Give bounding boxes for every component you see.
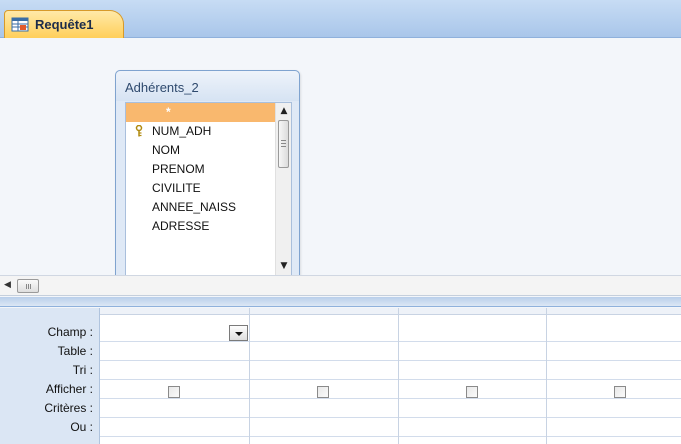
grid-row-labels: Champ : Table : Tri : Afficher : Critère…: [0, 308, 100, 444]
field-list-items: * NUM_ADH NOM PRENOM CIVILITE ANNEE_NAIS…: [126, 103, 276, 236]
horizontal-scrollbar[interactable]: ◀: [0, 275, 681, 296]
row-label-afficher: Afficher :: [45, 382, 93, 396]
document-tab-strip: Requête1: [0, 0, 681, 38]
query-design-grid: Champ : Table : Tri : Afficher : Critère…: [0, 308, 681, 444]
field-dropdown-button[interactable]: [229, 325, 248, 341]
show-checkbox-2[interactable]: [317, 386, 329, 398]
field-item-prenom[interactable]: PRENOM: [126, 160, 276, 179]
tab-requete1[interactable]: Requête1: [4, 10, 124, 38]
field-list-title[interactable]: Adhérents_2: [116, 71, 299, 101]
query-icon: [11, 17, 29, 32]
show-checkbox-3[interactable]: [466, 386, 478, 398]
scroll-down-icon[interactable]: ▼: [279, 261, 289, 271]
scroll-left-icon[interactable]: ◀: [4, 280, 11, 290]
row-label-tri: Tri :: [72, 363, 93, 377]
field-item-annee-naiss[interactable]: ANNEE_NAISS: [126, 198, 276, 217]
field-item-civilite[interactable]: CIVILITE: [126, 179, 276, 198]
column-selector-bar[interactable]: [100, 308, 681, 315]
table-pane: Adhérents_2 * NUM_ADH NOM PRENOM CIVILIT…: [0, 39, 681, 292]
grid-cell-champ-2[interactable]: [250, 322, 398, 341]
row-label-champ: Champ :: [47, 325, 93, 339]
field-item-num-adh[interactable]: NUM_ADH: [126, 122, 276, 141]
horizontal-scroll-thumb[interactable]: [17, 279, 39, 293]
field-item-nom[interactable]: NOM: [126, 141, 276, 160]
show-checkbox-1[interactable]: [168, 386, 180, 398]
field-item-adresse[interactable]: ADRESSE: [126, 217, 276, 236]
tab-label: Requête1: [35, 17, 94, 32]
scroll-up-icon[interactable]: ▲: [279, 106, 289, 116]
pane-splitter[interactable]: [0, 297, 681, 307]
row-label-table: Table :: [57, 344, 93, 358]
field-item-all[interactable]: *: [126, 103, 276, 122]
grid-cell-champ-1[interactable]: [101, 322, 249, 341]
scroll-thumb[interactable]: [278, 120, 289, 168]
row-label-criteres: Critères :: [44, 401, 93, 415]
grid-cell-champ-3[interactable]: [399, 322, 546, 341]
field-list-scrollbar[interactable]: ▲ ▼: [275, 103, 291, 276]
field-list-window[interactable]: Adhérents_2 * NUM_ADH NOM PRENOM CIVILIT…: [115, 70, 300, 292]
grid-cell-champ-4[interactable]: [547, 322, 681, 341]
row-label-ou: Ou :: [70, 420, 93, 434]
field-list-body: * NUM_ADH NOM PRENOM CIVILITE ANNEE_NAIS…: [125, 102, 292, 277]
show-checkbox-4[interactable]: [614, 386, 626, 398]
